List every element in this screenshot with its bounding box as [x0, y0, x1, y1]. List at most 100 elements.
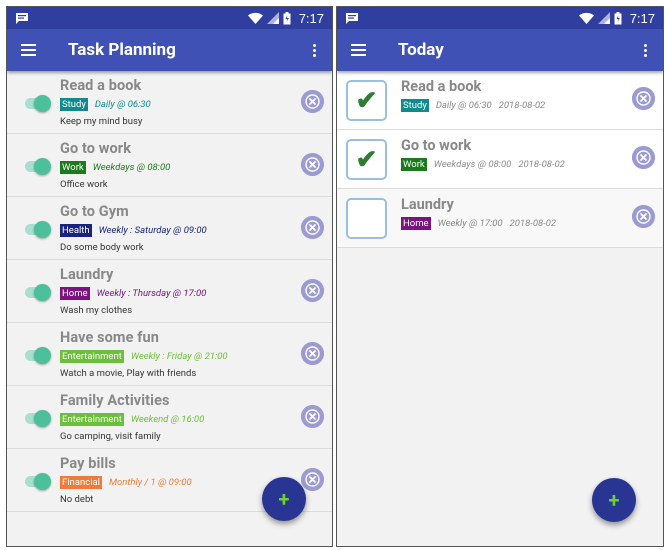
task-done-checkbox[interactable]: ✔	[346, 139, 387, 180]
task-name: Go to Gym	[60, 203, 129, 220]
task-name: Pay bills	[60, 455, 116, 472]
add-task-button[interactable]: +	[262, 477, 306, 521]
task-description: Wash my clothes	[60, 305, 133, 316]
category-badge: Health	[60, 224, 92, 237]
task-list: Read a book Study Daily @ 06:30 Keep my min…	[7, 71, 332, 512]
plus-icon: +	[278, 487, 290, 511]
task-meta: Work Weekdays @ 08:00 2018-08-02	[401, 158, 565, 171]
task-enabled-toggle[interactable]	[25, 92, 51, 114]
task-schedule: Weekly : Friday @ 21:00	[130, 351, 228, 362]
task-row[interactable]: Go to Gym Health Weekly : Saturday @ 09:00…	[7, 197, 332, 260]
task-meta: Home Weekly : Thursday @ 17:00	[60, 287, 206, 300]
task-description: No debt	[60, 494, 94, 505]
task-meta: Work Weekdays @ 08:00	[60, 161, 170, 174]
status-bar: 7:17	[337, 7, 663, 29]
remove-task-icon[interactable]	[632, 146, 655, 169]
task-name: Read a book	[60, 77, 142, 94]
task-enabled-toggle[interactable]	[25, 344, 51, 366]
app-bar: Task Planning	[7, 29, 332, 71]
task-name: Have some fun	[60, 329, 159, 346]
category-badge: Entertainment	[60, 350, 124, 363]
task-enabled-toggle[interactable]	[25, 155, 51, 177]
task-schedule: Weekdays @ 08:00	[433, 159, 512, 170]
task-date: 2018-08-02	[509, 218, 557, 229]
message-notification-icon	[346, 12, 358, 24]
today-screen: 7:17 Today ✔ Read a book Study Daily @ 06:3…	[336, 6, 664, 547]
task-name: Family Activities	[60, 392, 170, 409]
task-enabled-toggle[interactable]	[25, 218, 51, 240]
remove-task-icon[interactable]	[301, 216, 324, 239]
remove-task-icon[interactable]	[301, 279, 324, 302]
remove-task-icon[interactable]	[632, 87, 655, 110]
hamburger-menu-icon[interactable]	[21, 38, 45, 62]
page-title: Task Planning	[68, 40, 176, 60]
task-enabled-toggle[interactable]	[25, 281, 51, 303]
task-row[interactable]: Read a book Study Daily @ 06:30 Keep my min…	[7, 71, 332, 134]
category-badge: Financial	[60, 476, 102, 489]
battery-icon	[614, 11, 622, 24]
remove-task-icon[interactable]	[301, 342, 324, 365]
task-row[interactable]: Laundry Home Weekly : Thursday @ 17:00 Wash…	[7, 260, 332, 323]
task-meta: Health Weekly : Saturday @ 09:00	[60, 224, 207, 237]
task-meta: Study Daily @ 06:30 2018-08-02	[401, 99, 545, 112]
wifi-icon	[247, 12, 263, 24]
task-schedule: Daily @ 06:30	[435, 100, 492, 111]
task-date: 2018-08-02	[518, 159, 565, 170]
task-row[interactable]: Family Activities Entertainment Weekend @ …	[7, 386, 332, 449]
category-badge: Work	[60, 161, 86, 174]
today-task-row[interactable]: ✔ Go to work Work Weekdays @ 08:00 2018-08-0…	[337, 130, 663, 189]
page-title: Today	[398, 40, 444, 60]
task-name: Read a book	[401, 78, 482, 95]
task-description: Go camping, visit family	[60, 431, 161, 442]
task-schedule: Weekly : Saturday @ 09:00	[98, 225, 207, 236]
task-enabled-toggle[interactable]	[25, 407, 51, 429]
category-badge: Home	[60, 287, 90, 300]
wifi-icon	[578, 12, 594, 24]
overflow-menu-icon[interactable]	[306, 38, 322, 62]
today-task-row[interactable]: Laundry Home Weekly @ 17:00 2018-08-02	[337, 189, 663, 248]
remove-task-icon[interactable]	[632, 205, 655, 228]
task-schedule: Weekdays @ 08:00	[92, 162, 171, 173]
task-meta: Study Daily @ 06:30	[60, 98, 151, 111]
task-schedule: Weekly : Thursday @ 17:00	[96, 288, 207, 299]
overflow-menu-icon[interactable]	[637, 38, 653, 62]
task-row[interactable]: Have some fun Entertainment Weekly : Frida…	[7, 323, 332, 386]
task-date: 2018-08-02	[498, 100, 546, 111]
cell-signal-icon	[597, 12, 610, 24]
task-description: Watch a movie, Play with friends	[60, 368, 197, 379]
task-schedule: Monthly / 1 @ 09:00	[108, 477, 192, 488]
task-description: Office work	[60, 179, 108, 190]
category-badge: Home	[401, 217, 431, 230]
task-meta: Home Weekly @ 17:00 2018-08-02	[401, 217, 556, 230]
remove-task-icon[interactable]	[301, 153, 324, 176]
category-badge: Study	[60, 98, 88, 111]
task-row[interactable]: Go to work Work Weekdays @ 08:00 Office wor…	[7, 134, 332, 197]
app-bar: Today	[337, 29, 663, 71]
task-name: Laundry	[60, 266, 114, 283]
add-task-button[interactable]: +	[592, 478, 636, 522]
plus-icon: +	[608, 488, 620, 512]
task-done-checkbox[interactable]: ✔	[346, 80, 387, 121]
today-task-list: ✔ Read a book Study Daily @ 06:30 2018-08-02…	[337, 71, 663, 248]
task-meta: Financial Monthly / 1 @ 09:00	[60, 476, 192, 489]
task-enabled-toggle[interactable]	[25, 470, 51, 492]
battery-icon	[283, 11, 291, 24]
status-bar: 7:17	[7, 7, 332, 29]
category-badge: Study	[401, 99, 429, 112]
hamburger-menu-icon[interactable]	[351, 38, 375, 62]
remove-task-icon[interactable]	[301, 90, 324, 113]
clock: 7:17	[629, 10, 655, 26]
task-done-checkbox[interactable]	[346, 198, 387, 239]
task-meta: Entertainment Weekly : Friday @ 21:00	[60, 350, 228, 363]
task-planning-screen: 7:17 Task Planning Read a book Study Daily…	[6, 6, 333, 547]
remove-task-icon[interactable]	[301, 468, 324, 491]
task-description: Do some body work	[60, 242, 144, 253]
remove-task-icon[interactable]	[301, 405, 324, 428]
task-description: Keep my mind busy	[60, 116, 143, 127]
task-schedule: Weekend @ 16:00	[130, 414, 205, 425]
category-badge: Work	[401, 158, 427, 171]
today-task-row[interactable]: ✔ Read a book Study Daily @ 06:30 2018-08-02	[337, 71, 663, 130]
task-schedule: Weekly @ 17:00	[437, 218, 503, 229]
checkmark-icon: ✔	[355, 144, 378, 175]
checkmark-icon: ✔	[355, 85, 378, 116]
